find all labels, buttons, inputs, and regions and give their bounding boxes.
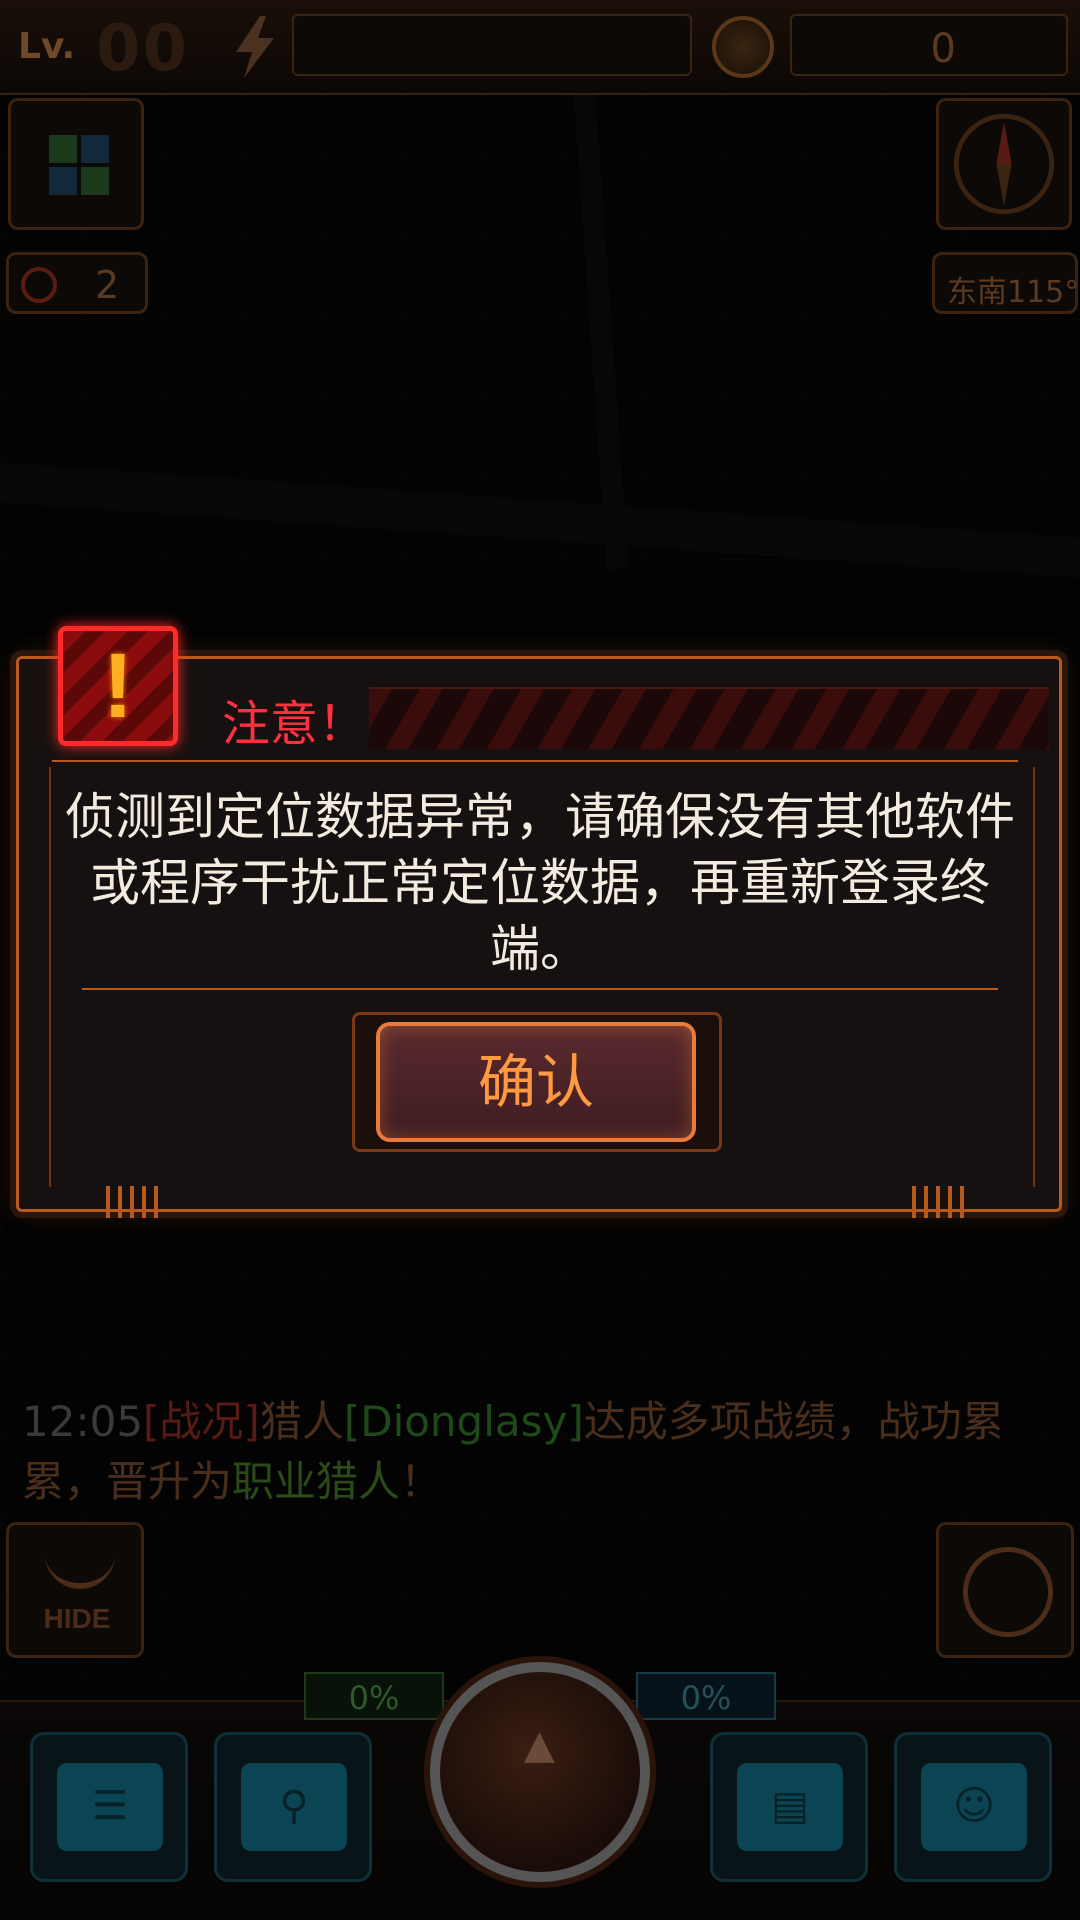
hp-display: 2 — [6, 252, 148, 314]
terminal-nav-button[interactable]: ▤ — [710, 1732, 868, 1882]
dialog-header-stripes — [369, 687, 1049, 749]
dialog-foot-ticks — [106, 1186, 166, 1218]
top-bar: Lv. 00 0 — [0, 0, 1080, 95]
level-label: Lv. — [18, 26, 76, 67]
radar-button[interactable] — [936, 1522, 1074, 1658]
coin-value: 0 — [930, 26, 956, 72]
chat-tag: [战况] — [143, 1397, 260, 1446]
dialog-divider — [82, 988, 998, 990]
hp-value: 2 — [95, 263, 120, 307]
hide-label: HIDE — [43, 1603, 111, 1634]
grid-button[interactable] — [8, 98, 144, 230]
chat-nav-button[interactable]: ☰ — [30, 1732, 188, 1882]
coin-display: 0 — [790, 14, 1068, 76]
compass-icon — [953, 113, 1055, 215]
chat-time: 12:05 — [22, 1397, 144, 1446]
direction-value: 东南115° — [947, 275, 1080, 310]
chat-message: 12:05[战况]猎人[Dionglasy]达成多项战绩，战功累累，晋升为职业猎… — [22, 1392, 1062, 1512]
globe-icon: ▲ — [524, 1722, 555, 1768]
chat-rank: 职业猎人 — [232, 1457, 401, 1506]
chat-icon: ☰ — [57, 1763, 163, 1851]
chat-player-name: [Dionglasy] — [343, 1397, 584, 1446]
radar-icon — [963, 1547, 1053, 1637]
direction-display: 东南115° — [932, 252, 1080, 314]
alert-glyph: ! — [102, 635, 134, 737]
dialog-divider — [52, 760, 1018, 762]
globe-button[interactable]: ▲ — [430, 1662, 650, 1882]
energy-bar — [292, 14, 692, 76]
confirm-button[interactable]: 确认 — [376, 1022, 696, 1142]
hp-icon — [21, 267, 57, 303]
energy-icon — [236, 16, 274, 78]
dialog-message: 侦测到定位数据异常，请确保没有其他软件或程序干扰正常定位数据，再重新登录终端。 — [65, 788, 1015, 978]
hide-button[interactable]: HIDE — [6, 1522, 144, 1658]
hide-icon — [45, 1553, 115, 1589]
chat-suffix: ！ — [400, 1457, 443, 1506]
chat-prefix: 猎人 — [259, 1397, 344, 1446]
route-icon: ⚲ — [241, 1763, 347, 1851]
profile-icon: ☺ — [921, 1763, 1027, 1851]
dialog-title: 注意！ — [222, 696, 367, 752]
coin-icon — [712, 16, 774, 78]
terminal-icon: ▤ — [737, 1763, 843, 1851]
left-progress: 0% — [304, 1672, 444, 1720]
right-progress: 0% — [636, 1672, 776, 1720]
route-nav-button[interactable]: ⚲ — [214, 1732, 372, 1882]
dialog-foot-ticks — [912, 1186, 972, 1218]
profile-nav-button[interactable]: ☺ — [894, 1732, 1052, 1882]
level-value: 00 — [96, 12, 190, 86]
alert-icon: ! — [58, 626, 178, 746]
compass-button[interactable] — [936, 98, 1072, 230]
